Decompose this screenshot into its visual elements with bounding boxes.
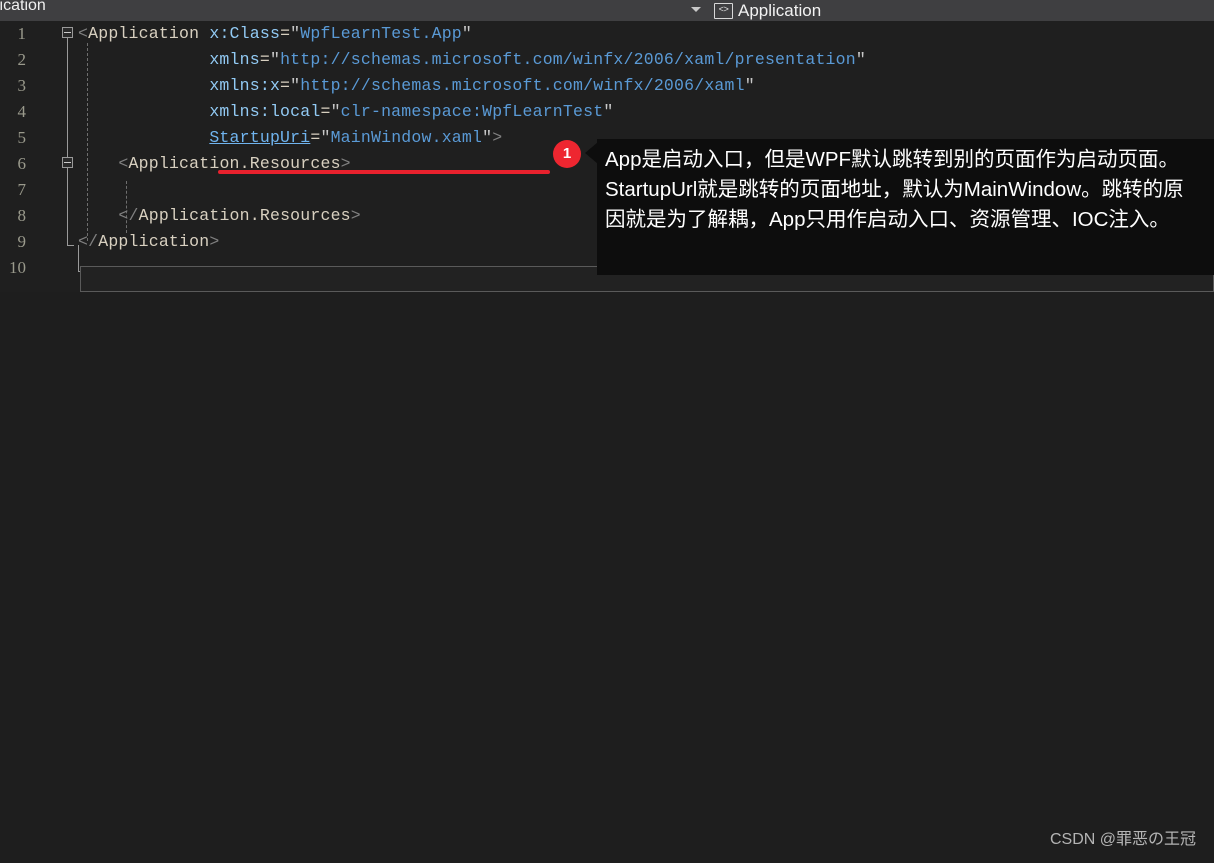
code-line-text: xmlns:local="clr-namespace:WpfLearnTest"	[78, 99, 613, 125]
code-token: =	[310, 128, 321, 147]
line-number: 2	[17, 50, 27, 69]
code-line-text: StartupUri="MainWindow.xaml">	[78, 125, 502, 151]
tab-application[interactable]: <> Application	[710, 0, 830, 21]
editor-tab-bar: lication <> Application	[0, 0, 1214, 21]
code-token: WpfLearnTest.App	[300, 24, 462, 43]
annotation-badge-1: 1	[553, 140, 581, 168]
code-line-text: </Application.Resources>	[78, 203, 361, 229]
code-token: xmlns:local	[209, 102, 321, 121]
line-number: 6	[17, 154, 27, 173]
watermark: CSDN @罪恶の王冠	[1049, 831, 1196, 848]
line-number: 3	[17, 76, 27, 95]
code-token: "	[482, 128, 493, 147]
annotation-note-text: App是启动入口，但是WPF默认跳转到别的页面作为启动页面。StartupUrl…	[605, 148, 1184, 231]
code-line-text: </Application>	[78, 229, 219, 255]
code-row: 2 xmlns="http://schemas.microsoft.com/wi…	[0, 47, 1214, 73]
code-token: xmlns	[209, 50, 260, 69]
code-token: "	[290, 76, 301, 95]
code-token: =	[280, 76, 291, 95]
code-token: clr-namespace:WpfLearnTest	[340, 102, 604, 121]
code-token: >	[350, 206, 361, 225]
code-token: </	[118, 206, 139, 225]
line-number: 1	[17, 24, 27, 43]
code-token: MainWindow.xaml	[330, 128, 483, 147]
code-token: "	[744, 76, 755, 95]
code-token: =	[259, 50, 270, 69]
code-token: "	[330, 102, 341, 121]
line-number: 5	[17, 128, 27, 147]
code-token: StartupUri	[209, 128, 311, 147]
code-token: >	[492, 128, 503, 147]
chevron-down-icon[interactable]	[691, 7, 701, 12]
code-line-text: <Application x:Class="WpfLearnTest.App"	[78, 21, 472, 47]
code-token: xmlns:x	[209, 76, 281, 95]
line-number: 10	[9, 258, 26, 277]
code-token: </	[78, 232, 99, 251]
annotation-underline	[218, 170, 550, 174]
code-line-text: xmlns="http://schemas.microsoft.com/winf…	[78, 47, 866, 73]
code-line-text: xmlns:x="http://schemas.microsoft.com/wi…	[78, 73, 755, 99]
code-token: Application	[98, 232, 210, 251]
line-number: 4	[17, 102, 27, 121]
line-number: 9	[17, 232, 27, 251]
code-token: x:Class	[209, 24, 281, 43]
code-token: "	[855, 50, 866, 69]
annotation-note: App是启动入口，但是WPF默认跳转到别的页面作为启动页面。StartupUrl…	[597, 139, 1214, 275]
code-token: Application	[88, 24, 200, 43]
code-token: "	[603, 102, 614, 121]
code-brackets-icon: <>	[714, 2, 733, 19]
code-token: "	[461, 24, 473, 43]
code-token: =	[280, 24, 291, 43]
code-row: 4 xmlns:local="clr-namespace:WpfLearnTes…	[0, 99, 1214, 125]
code-row: 3 xmlns:x="http://schemas.microsoft.com/…	[0, 73, 1214, 99]
line-number: 7	[17, 180, 27, 199]
code-token: Application.Resources	[138, 206, 351, 225]
code-token: <	[78, 24, 89, 43]
code-token: >	[209, 232, 220, 251]
line-number: 8	[17, 206, 27, 225]
breadcrumb-left-label: lication	[0, 0, 46, 14]
annotation-note-arrow	[585, 142, 598, 164]
code-token: "	[290, 24, 301, 43]
code-token: http://schemas.microsoft.com/winfx/2006/…	[300, 76, 745, 95]
code-row: 1 <Application x:Class="WpfLearnTest.App"	[0, 21, 1214, 47]
code-token: "	[320, 128, 331, 147]
tab-application-label: Application	[738, 1, 822, 20]
code-token: http://schemas.microsoft.com/winfx/2006/…	[280, 50, 856, 69]
code-token: =	[320, 102, 331, 121]
code-token: "	[269, 50, 281, 69]
code-token: <	[118, 154, 129, 173]
